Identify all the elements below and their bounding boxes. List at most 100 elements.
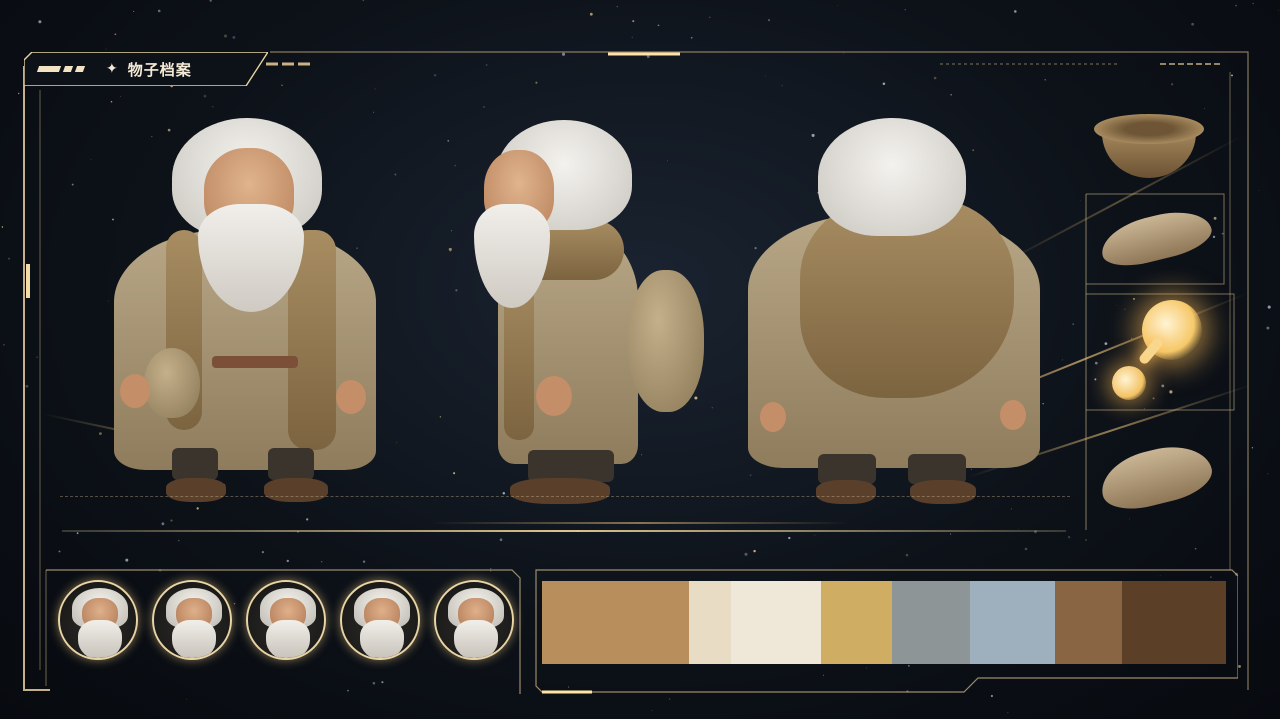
color-swatch [542,581,690,664]
star [837,5,839,6]
star [1062,359,1064,361]
back-hand [1000,400,1026,430]
expression-portrait [434,580,514,660]
star [1044,79,1046,81]
star [485,64,488,66]
star [455,289,458,292]
star [499,538,503,542]
star [454,164,456,167]
star [1277,9,1279,11]
star [71,183,74,186]
star [1252,3,1254,5]
star [448,247,452,251]
star [209,0,212,2]
star [1,226,4,228]
star [396,442,397,443]
star [212,106,214,108]
star [788,536,791,540]
star [433,74,437,77]
star [616,6,618,8]
star [1080,200,1081,202]
star [435,500,436,502]
star [1235,4,1237,7]
star [1007,712,1009,714]
star [281,84,283,86]
expression-portrait [152,580,232,660]
star [3,344,5,346]
glowing-gourd [1108,296,1208,404]
front-sandal [264,478,328,502]
front-view [100,118,390,510]
star [17,92,20,95]
back-sandal [816,480,876,504]
star [362,0,365,1]
front-leg [268,448,314,480]
title-dashes-decoration [266,62,310,66]
star [1258,189,1260,191]
palette-panel [532,566,1238,694]
color-swatch [891,581,971,664]
star [453,472,456,475]
star [1191,22,1194,26]
star [1194,547,1197,550]
star [561,52,566,56]
star [261,550,265,554]
star [133,10,135,12]
star [185,698,187,700]
side-view [470,120,710,510]
star [203,94,207,98]
star [483,106,485,108]
star [321,561,323,563]
front-leg [172,448,218,480]
wooden-bowl [1094,114,1204,180]
star [631,36,633,39]
front-belt [212,356,298,368]
star [690,36,693,39]
star [450,230,452,232]
star [110,100,113,103]
star [651,709,653,711]
star [7,257,11,260]
star [814,534,816,536]
star [535,81,538,84]
back-view [746,118,1042,510]
star [904,9,906,11]
star [711,407,713,409]
star [374,88,376,90]
star [933,76,937,80]
star [178,539,180,542]
color-swatch [689,581,731,664]
star [1170,83,1174,86]
star [36,356,38,359]
star [842,53,844,54]
star [1267,305,1271,309]
star [157,9,161,13]
back-hair [818,118,966,236]
star [905,553,909,557]
star [447,140,449,142]
star [632,20,635,23]
star [286,559,289,563]
star [1067,536,1071,539]
star [161,522,165,526]
back-hand [760,402,786,432]
color-swatch [730,581,822,664]
color-swatches [542,581,1226,664]
star [1042,403,1044,405]
star [1251,447,1254,449]
star [753,549,756,553]
expression-portrait [340,580,420,660]
sparkle-icon: ✦ [106,61,118,77]
star [114,33,117,36]
expressions-row [58,580,514,660]
color-swatch [821,581,892,664]
light-streak [430,522,850,524]
star [1072,323,1075,325]
front-left-hand [120,374,150,408]
color-swatch [1054,581,1122,664]
star [1231,74,1233,77]
star [170,519,173,522]
star [950,94,952,96]
star [709,16,711,19]
star [1024,547,1028,551]
